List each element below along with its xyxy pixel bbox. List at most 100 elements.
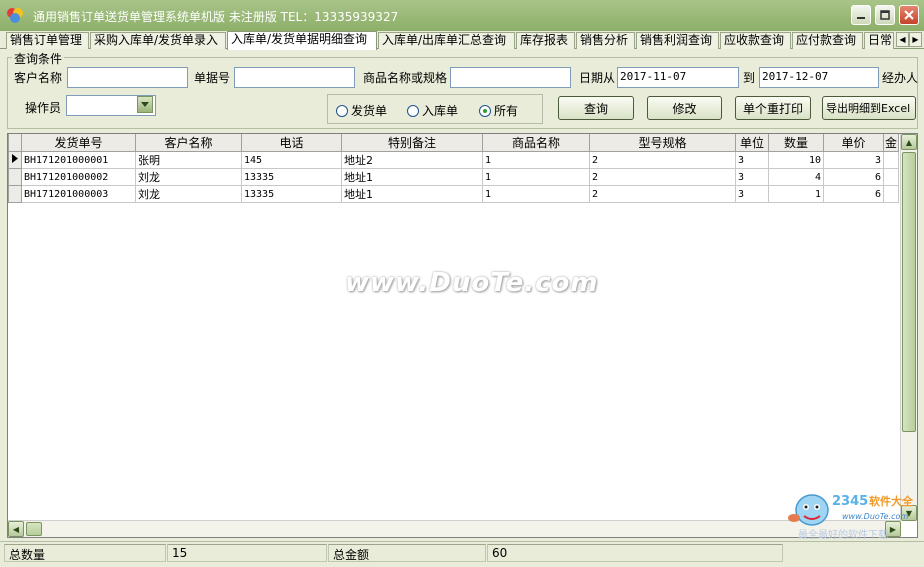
cell-remark[interactable]: 地址2	[341, 151, 483, 169]
product-label: 商品名称或规格	[363, 71, 448, 85]
tab-sales-analysis[interactable]: 销售分析	[576, 32, 635, 49]
tab-payables[interactable]: 应付款查询	[792, 32, 863, 49]
horizontal-scrollbar[interactable]: ◀ ▶	[8, 520, 901, 537]
chevron-left-icon: ◀	[12, 524, 20, 534]
cell-amount[interactable]	[883, 185, 899, 203]
radio-ship[interactable]: 发货单	[336, 102, 387, 119]
vertical-scroll-thumb[interactable]	[902, 152, 916, 432]
product-input[interactable]	[450, 67, 571, 88]
cell-product[interactable]: 1	[482, 185, 590, 203]
cell-doc-no[interactable]: BH171201000002	[21, 168, 136, 186]
horizontal-scroll-thumb[interactable]	[26, 522, 42, 536]
row-indicator	[8, 185, 22, 203]
tab-purchase-entry[interactable]: 采购入库单/发货单录入	[90, 32, 226, 49]
app-icon	[7, 8, 23, 23]
cell-product[interactable]: 1	[482, 168, 590, 186]
column-header[interactable]: 单价	[823, 134, 884, 152]
cell-price[interactable]: 6	[823, 168, 884, 186]
cell-customer[interactable]: 刘龙	[135, 185, 242, 203]
cell-qty[interactable]: 1	[768, 185, 824, 203]
detail-table: 发货单号 客户名称 电话 特别备注 商品名称 型号规格 单位 数量 单价 金 B…	[8, 134, 899, 203]
cell-spec[interactable]: 2	[589, 185, 736, 203]
table-row[interactable]: BH171201000001 张明 145 地址2 1 2 3 10 3	[8, 151, 899, 169]
status-bar: 总数量 15 总金额 60	[0, 541, 924, 567]
cell-unit[interactable]: 3	[735, 185, 769, 203]
column-header[interactable]: 商品名称	[482, 134, 590, 152]
cell-phone[interactable]: 13335	[241, 185, 342, 203]
tab-strip: 销售订单管理 采购入库单/发货单录入 入库单/发货单据明细查询 入库单/出库单汇…	[0, 31, 924, 50]
handler-label: 经办人	[882, 71, 919, 85]
chevron-up-icon: ▲	[905, 137, 913, 147]
doc-no-label: 单据号	[194, 71, 231, 85]
data-grid[interactable]: 发货单号 客户名称 电话 特别备注 商品名称 型号规格 单位 数量 单价 金 B…	[7, 133, 918, 538]
radio-ship-label: 发货单	[351, 104, 388, 118]
minimize-icon	[857, 17, 865, 19]
chevron-left-icon: ◀	[899, 35, 906, 44]
row-indicator-header	[8, 134, 22, 152]
operator-label: 操作员	[25, 101, 62, 115]
export-excel-button[interactable]: 导出明细到Excel	[822, 96, 916, 120]
reprint-button[interactable]: 单个重打印	[735, 96, 811, 120]
tab-scroll-left[interactable]: ◀	[896, 32, 909, 47]
cell-remark[interactable]: 地址1	[341, 185, 483, 203]
minimize-button[interactable]	[851, 5, 871, 25]
column-header[interactable]: 型号规格	[589, 134, 736, 152]
cell-phone[interactable]: 13335	[241, 168, 342, 186]
cell-amount[interactable]	[883, 168, 899, 186]
column-header[interactable]: 金	[883, 134, 899, 152]
edit-button[interactable]: 修改	[647, 96, 722, 120]
cell-price[interactable]: 6	[823, 185, 884, 203]
date-from-input[interactable]: 2017-11-07	[617, 67, 739, 88]
customer-label: 客户名称	[14, 71, 63, 85]
scroll-left-button[interactable]: ◀	[8, 521, 24, 537]
cell-customer[interactable]: 刘龙	[135, 168, 242, 186]
cell-qty[interactable]: 10	[768, 151, 824, 169]
cell-customer[interactable]: 张明	[135, 151, 242, 169]
cell-spec[interactable]: 2	[589, 151, 736, 169]
chevron-down-icon	[141, 101, 149, 107]
radio-all[interactable]: 所有	[479, 102, 518, 119]
query-button[interactable]: 查询	[558, 96, 634, 120]
vertical-scrollbar[interactable]: ▲ ▼	[900, 134, 917, 521]
table-row[interactable]: BH171201000003 刘龙 13335 地址1 1 2 3 1 6	[8, 185, 899, 203]
cell-doc-no[interactable]: BH171201000003	[21, 185, 136, 203]
tab-sales-orders[interactable]: 销售订单管理	[6, 32, 89, 49]
tab-sales-profit[interactable]: 销售利润查询	[636, 32, 719, 49]
total-qty-value: 15	[167, 544, 327, 562]
customer-input[interactable]	[67, 67, 188, 88]
column-header[interactable]: 发货单号	[21, 134, 136, 152]
close-button[interactable]	[899, 5, 919, 25]
radio-inbound[interactable]: 入库单	[407, 102, 458, 119]
cell-unit[interactable]: 3	[735, 168, 769, 186]
logo-text: 软件大全	[869, 494, 914, 508]
close-icon	[904, 10, 914, 20]
cell-phone[interactable]: 145	[241, 151, 342, 169]
doc-no-input[interactable]	[234, 67, 355, 88]
table-row[interactable]: BH171201000002 刘龙 13335 地址1 1 2 3 4 6	[8, 168, 899, 186]
cell-remark[interactable]: 地址1	[341, 168, 483, 186]
cell-amount[interactable]	[883, 151, 899, 169]
maximize-button[interactable]	[875, 5, 895, 25]
date-to-input[interactable]: 2017-12-07	[759, 67, 879, 88]
tab-inventory-report[interactable]: 库存报表	[516, 32, 575, 49]
tab-summary-query[interactable]: 入库单/出库单汇总查询	[378, 32, 515, 49]
tab-receivables[interactable]: 应收款查询	[720, 32, 791, 49]
scroll-up-button[interactable]: ▲	[901, 134, 917, 150]
tab-detail-query[interactable]: 入库单/发货单据明细查询	[227, 31, 377, 50]
total-amount-value: 60	[487, 544, 783, 562]
date-from-label: 日期从	[579, 71, 616, 85]
cell-product[interactable]: 1	[482, 151, 590, 169]
column-header[interactable]: 客户名称	[135, 134, 242, 152]
cell-spec[interactable]: 2	[589, 168, 736, 186]
column-header[interactable]: 单位	[735, 134, 769, 152]
cell-price[interactable]: 3	[823, 151, 884, 169]
column-header[interactable]: 数量	[768, 134, 824, 152]
tab-scroll-right[interactable]: ▶	[909, 32, 922, 47]
cell-qty[interactable]: 4	[768, 168, 824, 186]
column-header[interactable]: 特别备注	[341, 134, 483, 152]
tab-daily[interactable]: 日常	[864, 32, 894, 49]
operator-dropdown-button[interactable]	[137, 96, 153, 113]
cell-unit[interactable]: 3	[735, 151, 769, 169]
cell-doc-no[interactable]: BH171201000001	[21, 151, 136, 169]
column-header[interactable]: 电话	[241, 134, 342, 152]
